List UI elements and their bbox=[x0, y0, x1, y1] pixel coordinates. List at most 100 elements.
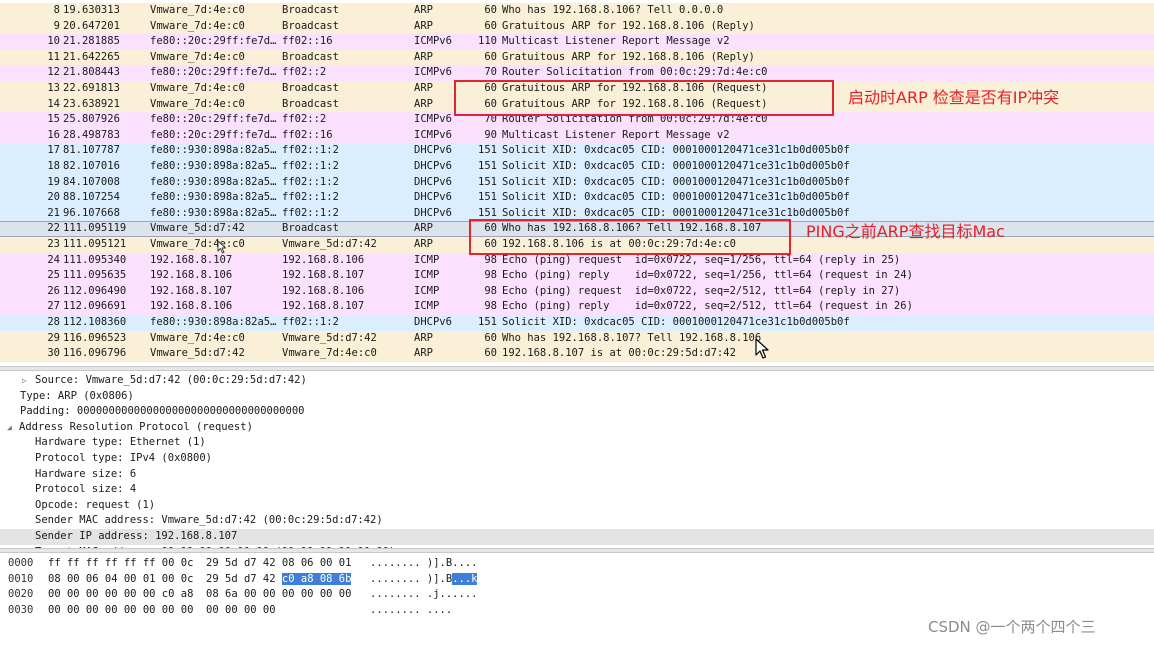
mouse-pointer-icon bbox=[755, 338, 769, 359]
packet-row[interactable]: 12 21.808443 fe80::20c:29ff:fe7d… ff02::2 IC… bbox=[0, 65, 1154, 81]
detail-row[interactable]: Hardware size: 6 bbox=[0, 467, 1154, 483]
packet-time: 20.647201 bbox=[63, 19, 120, 32]
packet-number: 29 bbox=[47, 331, 60, 344]
packet-source: Vmware_7d:4e:c0 bbox=[150, 50, 245, 63]
packet-time: 81.107787 bbox=[63, 144, 120, 157]
packet-destination: ff02::1:2 bbox=[282, 175, 339, 188]
packet-length: 98 bbox=[484, 300, 497, 313]
detail-row[interactable]: Padding: 0000000000000000000000000000000… bbox=[0, 404, 1154, 420]
packet-number: 25 bbox=[47, 269, 60, 282]
bytes-hex[interactable]: 08 00 06 04 00 01 00 0c 29 5d d7 42 c0 a… bbox=[48, 572, 352, 588]
packet-time: 116.096523 bbox=[63, 331, 127, 344]
packet-row[interactable]: 27 112.096691 192.168.8.106 192.168.8.107 IC… bbox=[0, 299, 1154, 315]
pane-splitter-top[interactable] bbox=[0, 366, 1154, 371]
detail-text: Address Resolution Protocol (request) bbox=[19, 420, 253, 433]
packet-protocol: ARP bbox=[414, 347, 433, 360]
packet-info: Gratuitous ARP for 192.168.8.106 (Reply) bbox=[502, 50, 755, 63]
packet-row[interactable]: 30 116.096796 Vmware_5d:d7:42 Vmware_7d:4e:… bbox=[0, 346, 1154, 362]
packet-row[interactable]: 9 20.647201 Vmware_7d:4e:c0 Broadcast ARP 60 G… bbox=[0, 18, 1154, 35]
packet-row[interactable]: 20 88.107254 fe80::930:898a:82a5… ff02::1:2… bbox=[0, 190, 1154, 206]
packet-row[interactable]: 25 111.095635 192.168.8.106 192.168.8.107 IC… bbox=[0, 268, 1154, 284]
packet-row[interactable]: 11 21.642265 Vmware_7d:4e:c0 Broadcast ARP 60… bbox=[0, 49, 1154, 66]
packet-row[interactable]: 19 84.107008 fe80::930:898a:82a5… ff02::1:2… bbox=[0, 174, 1154, 191]
detail-row[interactable]: ▷ Source: Vmware_5d:d7:42 (00:0c:29:5d:d7… bbox=[0, 373, 1154, 389]
packet-number: 10 bbox=[47, 35, 60, 48]
detail-row[interactable]: Type: ARP (0x0806) bbox=[0, 389, 1154, 405]
detail-row[interactable]: Hardware type: Ethernet (1) bbox=[0, 435, 1154, 451]
bytes-offset: 0010 bbox=[8, 572, 34, 585]
packet-info: Multicast Listener Report Message v2 bbox=[502, 128, 730, 141]
packet-info: Gratuitous ARP for 192.168.8.106 (Reply) bbox=[502, 19, 755, 32]
bytes-ascii[interactable]: ........ .j...... bbox=[370, 587, 477, 603]
packet-time: 111.095635 bbox=[63, 269, 127, 282]
bytes-ascii-text: ........ )].B.... bbox=[370, 557, 478, 569]
packet-row[interactable]: 8 19.630313 Vmware_7d:4e:c0 Broadcast ARP 60 W… bbox=[0, 3, 1154, 19]
bytes-hex[interactable]: 00 00 00 00 00 00 c0 a8 08 6a 00 00 00 0… bbox=[48, 587, 351, 603]
packet-number: 24 bbox=[47, 253, 60, 266]
packet-destination: Vmware_7d:4e:c0 bbox=[282, 347, 377, 360]
detail-row[interactable]: Opcode: request (1) bbox=[0, 498, 1154, 514]
detail-text: Sender MAC address: Vmware_5d:d7:42 (00:… bbox=[35, 514, 383, 527]
packet-time: 96.107668 bbox=[63, 206, 120, 219]
packet-number: 26 bbox=[47, 284, 60, 297]
collapsed-arrow-icon[interactable]: ▷ bbox=[22, 373, 27, 389]
detail-text: Padding: 0000000000000000000000000000000… bbox=[20, 405, 305, 418]
detail-row[interactable]: ◢ Address Resolution Protocol (request) bbox=[0, 420, 1154, 436]
packet-length: 60 bbox=[484, 331, 497, 344]
packet-row[interactable]: 17 81.107787 fe80::930:898a:82a5… ff02::1:2… bbox=[0, 143, 1154, 159]
detail-row[interactable]: Protocol size: 4 bbox=[0, 482, 1154, 498]
packet-destination: Broadcast bbox=[282, 4, 339, 16]
packet-length: 90 bbox=[484, 128, 497, 141]
packet-protocol: ARP bbox=[414, 50, 433, 63]
bytes-ascii[interactable]: ........ .... bbox=[370, 603, 452, 619]
bytes-hex[interactable]: ff ff ff ff ff ff 00 0c 29 5d d7 42 08 0… bbox=[48, 556, 351, 572]
packet-source: Vmware_7d:4e:c0 bbox=[150, 97, 245, 110]
packet-length: 151 bbox=[478, 191, 497, 204]
mouse-pointer-icon-small bbox=[217, 240, 226, 254]
packet-destination: ff02::1:2 bbox=[282, 316, 339, 328]
detail-text: Hardware type: Ethernet (1) bbox=[35, 436, 206, 449]
packet-info: Echo (ping) request id=0x0722, seq=2/512… bbox=[502, 284, 901, 297]
packet-row[interactable]: 28 112.108360 fe80::930:898a:82a5… ff02::1:… bbox=[0, 315, 1154, 331]
packet-row[interactable]: 16 28.498783 fe80::20c:29ff:fe7d… ff02::16 I… bbox=[0, 127, 1154, 144]
packet-destination: ff02::1:2 bbox=[282, 144, 339, 157]
bytes-hex-text: ff ff ff ff ff ff 00 0c 29 5d d7 42 08 0… bbox=[48, 557, 352, 569]
bytes-ascii-selected: ...k bbox=[452, 572, 478, 585]
packet-row[interactable]: 10 21.281885 fe80::20c:29ff:fe7d… ff02::16 I… bbox=[0, 34, 1154, 50]
expanded-arrow-icon[interactable]: ◢ bbox=[7, 420, 12, 436]
packet-protocol: ICMP bbox=[414, 269, 440, 282]
bytes-offset: 0020 bbox=[8, 588, 34, 601]
bytes-hex[interactable]: 00 00 00 00 00 00 00 00 00 00 00 00 bbox=[48, 603, 276, 619]
packet-number: 13 bbox=[47, 82, 60, 94]
bytes-row[interactable]: 0010 08 00 06 04 00 01 00 0c 29 5d d7 42 … bbox=[0, 572, 700, 588]
bytes-ascii[interactable]: ........ )].B...k bbox=[370, 572, 478, 588]
bytes-row[interactable]: 0030 00 00 00 00 00 00 00 00 00 00 00 00.… bbox=[0, 603, 700, 619]
bytes-ascii[interactable]: ........ )].B.... bbox=[370, 556, 477, 572]
packet-info: Echo (ping) reply id=0x0722, seq=2/512, … bbox=[502, 300, 913, 313]
bytes-row[interactable]: 0000 ff ff ff ff ff ff 00 0c 29 5d d7 42 … bbox=[0, 556, 700, 572]
packet-destination: Vmware_5d:d7:42 bbox=[282, 238, 377, 250]
packet-protocol: ARP bbox=[414, 331, 433, 344]
bytes-row[interactable]: 0020 00 00 00 00 00 00 c0 a8 08 6a 00 00 … bbox=[0, 587, 700, 603]
packet-row[interactable]: 29 116.096523 Vmware_7d:4e:c0 Vmware_5d:d7:… bbox=[0, 330, 1154, 347]
packet-list[interactable]: 8 19.630313 Vmware_7d:4e:c0 Broadcast ARP 60 W… bbox=[0, 0, 1154, 366]
packet-time: 82.107016 bbox=[63, 160, 120, 172]
packet-row[interactable]: 26 112.096490 192.168.8.107 192.168.8.106 IC… bbox=[0, 283, 1154, 300]
packet-destination: 192.168.8.107 bbox=[282, 269, 365, 282]
detail-text: Protocol size: 4 bbox=[35, 483, 137, 496]
detail-row[interactable]: Sender MAC address: Vmware_5d:d7:42 (00:… bbox=[0, 513, 1154, 529]
packet-destination: 192.168.8.106 bbox=[282, 284, 365, 297]
packet-row[interactable]: 18 82.107016 fe80::930:898a:82a5… ff02::1:2… bbox=[0, 159, 1154, 175]
packet-details[interactable]: ▷ Source: Vmware_5d:d7:42 (00:0c:29:5d:d7… bbox=[0, 372, 1154, 548]
annotation-text-ping-arp: PING之前ARP查找目标Mac bbox=[806, 222, 1005, 241]
packet-protocol: ARP bbox=[414, 4, 433, 16]
packet-source: 192.168.8.107 bbox=[150, 253, 233, 266]
packet-time: 28.498783 bbox=[63, 128, 120, 141]
packet-source: Vmware_7d:4e:c0 bbox=[150, 4, 245, 16]
detail-row[interactable]: Protocol type: IPv4 (0x0800) bbox=[0, 451, 1154, 467]
detail-text: Hardware size: 6 bbox=[35, 467, 137, 480]
packet-time: 25.807926 bbox=[63, 113, 120, 126]
packet-number: 11 bbox=[47, 50, 60, 63]
detail-row-selected[interactable]: Sender IP address: 192.168.8.107 bbox=[0, 529, 1154, 545]
packet-time: 112.108360 bbox=[63, 316, 127, 328]
